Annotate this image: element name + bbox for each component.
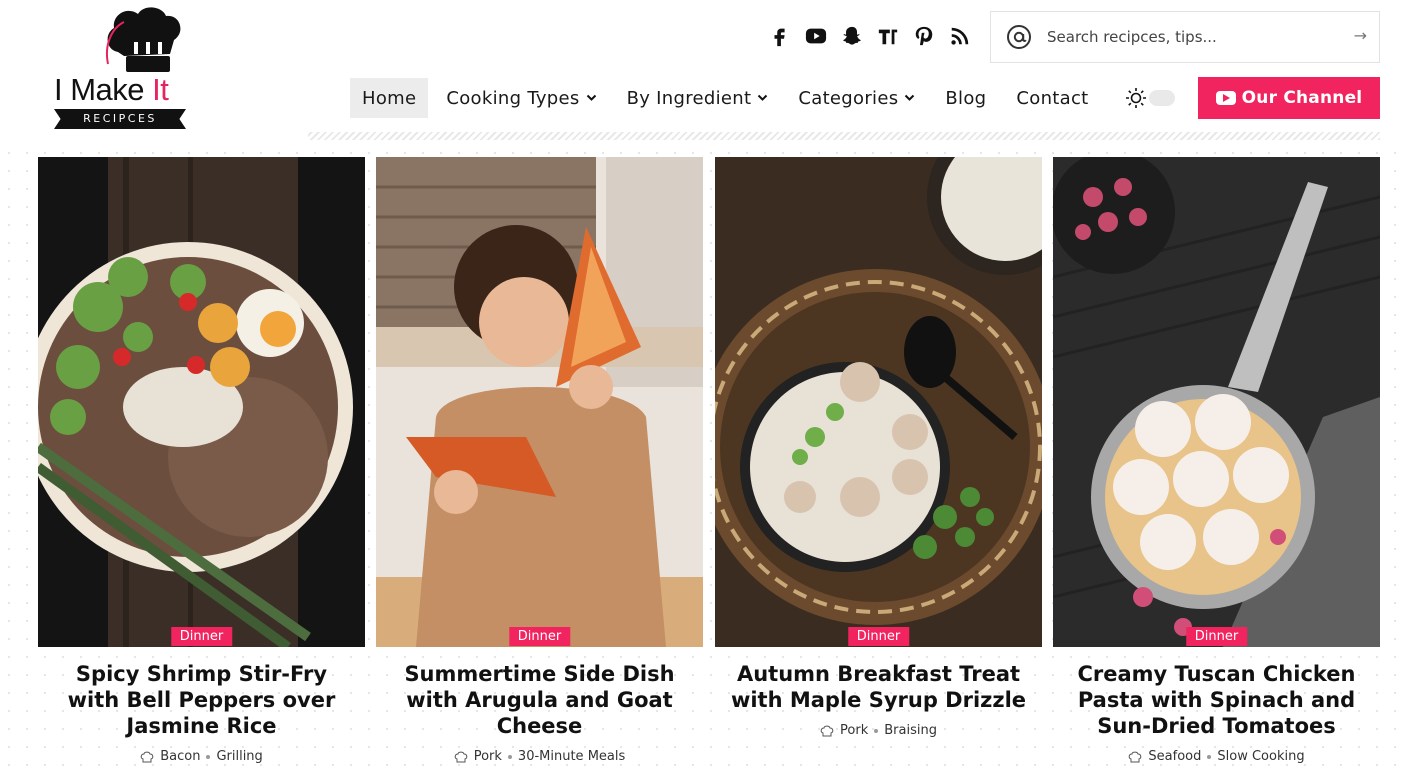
recipe-title[interactable]: Autumn Breakfast Treat with Maple Syrup … bbox=[715, 661, 1042, 713]
recipe-title[interactable]: Summertime Side Dish with Arugula and Go… bbox=[376, 661, 703, 739]
chevron-down-icon bbox=[586, 94, 597, 102]
nav-item-categories[interactable]: Categories bbox=[786, 78, 927, 118]
brand-title-accent: It bbox=[152, 72, 169, 107]
nav-item-label: Contact bbox=[1016, 87, 1089, 109]
recipe-tags: Seafood Slow Cooking bbox=[1053, 749, 1380, 764]
site-logo[interactable]: I Make It RECIPCES bbox=[52, 4, 192, 130]
chef-hat-logo-icon bbox=[106, 7, 181, 72]
search-icon[interactable] bbox=[991, 11, 1047, 63]
snapchat-icon[interactable] bbox=[840, 24, 864, 48]
tag-link[interactable]: Pork bbox=[474, 749, 502, 764]
arrow-right-icon[interactable]: → bbox=[1354, 26, 1367, 45]
recipe-card[interactable]: Dinner Creamy Tuscan Chicken Pasta with … bbox=[1053, 157, 1380, 764]
recipe-card[interactable]: Dinner Summertime Side Dish with Arugula… bbox=[376, 157, 703, 764]
rss-icon[interactable] bbox=[948, 24, 972, 48]
recipe-card[interactable]: Dinner Autumn Breakfast Treat with Maple… bbox=[715, 157, 1042, 738]
separator-dot bbox=[507, 754, 512, 759]
theme-toggle[interactable] bbox=[1125, 87, 1175, 109]
sun-icon bbox=[1125, 88, 1146, 108]
site-header: I Make It RECIPCES → Home Cooking Types bbox=[0, 0, 1405, 150]
youtube-icon[interactable] bbox=[804, 24, 828, 48]
tiktok-icon[interactable] bbox=[876, 24, 900, 48]
category-badge[interactable]: Dinner bbox=[847, 627, 910, 646]
nav-item-cooking-types[interactable]: Cooking Types bbox=[434, 78, 608, 118]
our-channel-label: Our Channel bbox=[1241, 88, 1363, 108]
toggle-track[interactable] bbox=[1148, 90, 1175, 106]
category-badge[interactable]: Dinner bbox=[170, 627, 233, 646]
recipe-card[interactable]: Dinner Spicy Shrimp Stir-Fry with Bell P… bbox=[38, 157, 365, 764]
brand-title: I Make It bbox=[54, 72, 169, 108]
nav-item-contact[interactable]: Contact bbox=[1004, 78, 1100, 118]
recipe-title[interactable]: Creamy Tuscan Chicken Pasta with Spinach… bbox=[1053, 661, 1380, 739]
search-input[interactable] bbox=[1047, 28, 1327, 46]
recipe-image[interactable]: Dinner bbox=[715, 157, 1042, 647]
nav-item-home[interactable]: Home bbox=[350, 78, 429, 118]
chevron-down-icon bbox=[757, 94, 768, 102]
category-badge[interactable]: Dinner bbox=[508, 627, 571, 646]
tag-link[interactable]: Slow Cooking bbox=[1217, 749, 1304, 764]
chef-hat-icon bbox=[820, 725, 834, 736]
main-nav: Home Cooking Types By Ingredient Categor… bbox=[350, 78, 1175, 118]
brand-subtitle: RECIPCES bbox=[54, 109, 186, 129]
pinterest-icon[interactable] bbox=[912, 24, 936, 48]
facebook-icon[interactable] bbox=[768, 24, 792, 48]
tag-link[interactable]: Braising bbox=[884, 723, 937, 738]
tag-link[interactable]: Pork bbox=[840, 723, 868, 738]
separator-dot bbox=[206, 754, 211, 759]
nav-item-by-ingredient[interactable]: By Ingredient bbox=[615, 78, 781, 118]
tag-link[interactable]: Seafood bbox=[1148, 749, 1201, 764]
category-badge[interactable]: Dinner bbox=[1185, 627, 1248, 646]
recipe-tags: Bacon Grilling bbox=[38, 749, 365, 764]
recipe-tags: Pork 30-Minute Meals bbox=[376, 749, 703, 764]
search-bar: → bbox=[990, 11, 1380, 63]
recipe-tags: Pork Braising bbox=[715, 723, 1042, 738]
our-channel-button[interactable]: Our Channel bbox=[1198, 77, 1380, 119]
nav-item-label: Blog bbox=[945, 87, 987, 109]
nav-item-label: Categories bbox=[798, 87, 899, 109]
chef-hat-icon bbox=[140, 751, 154, 762]
separator-dot bbox=[874, 728, 879, 733]
recipe-image[interactable]: Dinner bbox=[376, 157, 703, 647]
tag-link[interactable]: Bacon bbox=[160, 749, 200, 764]
tag-link[interactable]: 30-Minute Meals bbox=[518, 749, 625, 764]
nav-item-blog[interactable]: Blog bbox=[933, 78, 998, 118]
youtube-icon bbox=[1215, 91, 1236, 105]
divider bbox=[308, 132, 1380, 140]
brand-title-main: I Make bbox=[54, 72, 153, 107]
nav-item-label: Cooking Types bbox=[446, 87, 580, 109]
recipe-title[interactable]: Spicy Shrimp Stir-Fry with Bell Peppers … bbox=[38, 661, 365, 739]
nav-item-label: By Ingredient bbox=[626, 87, 752, 109]
recipe-image[interactable]: Dinner bbox=[1053, 157, 1380, 647]
chef-hat-icon bbox=[1129, 751, 1142, 762]
chef-hat-icon bbox=[454, 751, 468, 762]
tag-link[interactable]: Grilling bbox=[216, 749, 262, 764]
recipe-image[interactable]: Dinner bbox=[38, 157, 365, 647]
chevron-down-icon bbox=[904, 94, 915, 102]
social-links bbox=[768, 24, 972, 48]
nav-item-label: Home bbox=[362, 87, 417, 109]
separator-dot bbox=[1207, 754, 1212, 759]
